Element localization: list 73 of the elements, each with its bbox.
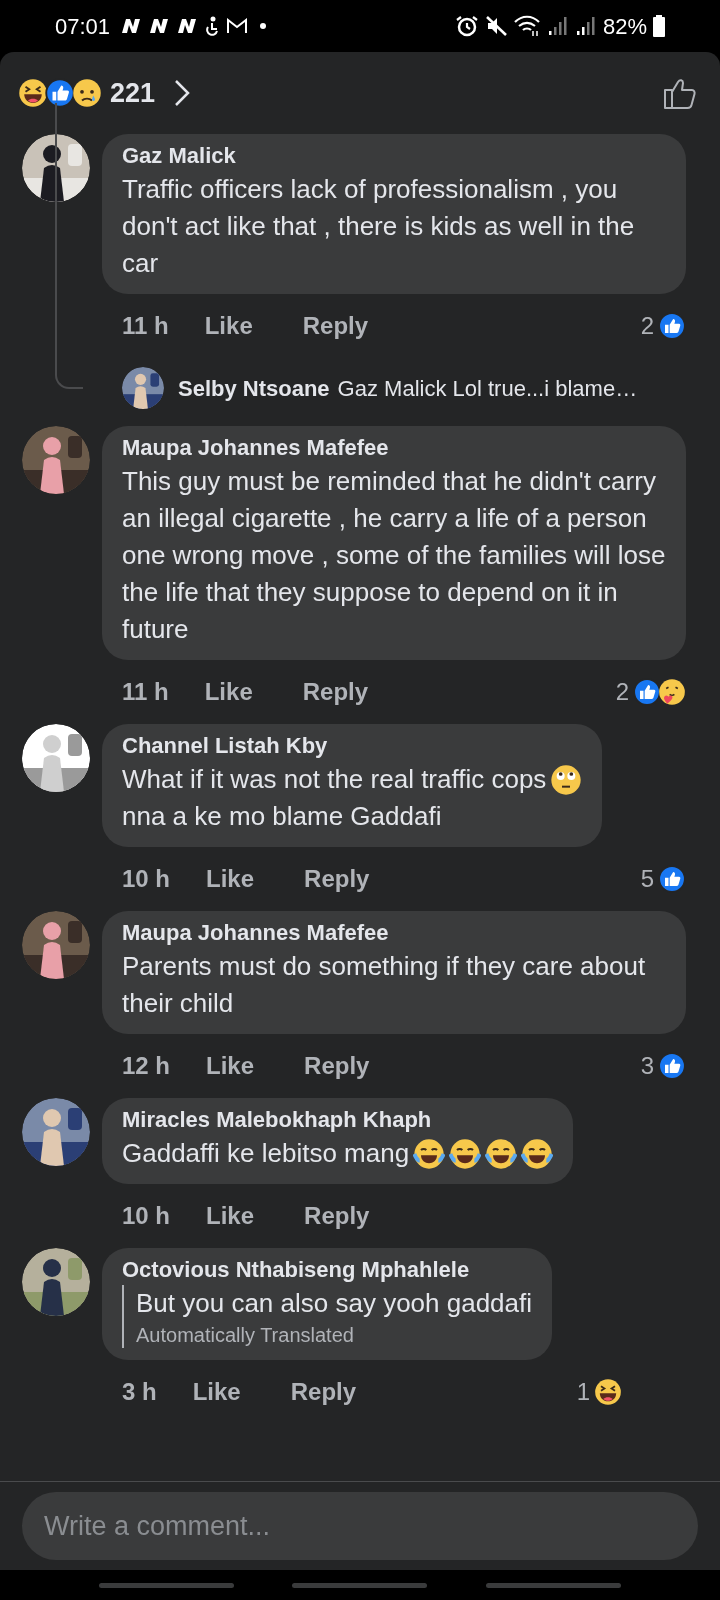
like-link[interactable]: Like bbox=[206, 1048, 255, 1084]
mail-icon bbox=[226, 18, 249, 34]
reaction-count[interactable]: 3 bbox=[640, 1048, 654, 1084]
crying-face-icon bbox=[72, 78, 102, 108]
accessibility-icon bbox=[204, 16, 221, 36]
dot-icon bbox=[260, 23, 267, 29]
comment-author[interactable]: Maupa Johannes Mafefee bbox=[122, 433, 666, 463]
comment-time: 3 h bbox=[122, 1377, 157, 1407]
notification-icon bbox=[148, 18, 171, 34]
tears-of-joy-face-icon bbox=[413, 1137, 446, 1170]
comment-time: 10 h bbox=[122, 1201, 171, 1231]
tears-of-joy-face-icon bbox=[485, 1137, 518, 1170]
comment-time: 11 h bbox=[122, 311, 169, 341]
like-link[interactable]: Like bbox=[206, 1198, 255, 1234]
comment-time: 11 h bbox=[122, 677, 169, 707]
like-icon bbox=[658, 865, 686, 893]
reaction-count[interactable]: 5 bbox=[640, 861, 654, 897]
reaction-count[interactable]: 1 bbox=[576, 1374, 590, 1410]
reply-link[interactable]: Reply bbox=[290, 1374, 357, 1410]
alarm-icon bbox=[454, 15, 479, 37]
reply-link[interactable]: Reply bbox=[302, 674, 369, 710]
reply-link[interactable]: Reply bbox=[304, 861, 370, 897]
reply-author[interactable]: Selby Ntsoane bbox=[178, 371, 330, 405]
navigation-bar-handle[interactable] bbox=[99, 1582, 235, 1588]
comment-text: Traffic officers lack of professionalism , you don't act like that , there is kids as well in the car bbox=[122, 173, 636, 280]
translation-note: Automatically Translated bbox=[136, 1323, 355, 1348]
reply-link[interactable]: Reply bbox=[304, 1048, 370, 1084]
hugging-face-icon bbox=[658, 678, 686, 706]
signal-icon bbox=[574, 16, 597, 36]
like-icon bbox=[45, 78, 75, 108]
battery-percentage: 82% bbox=[602, 12, 647, 41]
laughing-face-icon bbox=[594, 1378, 622, 1406]
comment-author[interactable]: Octovious Nthabiseng Mphahlele bbox=[122, 1255, 533, 1285]
reaction-count[interactable]: 221 bbox=[110, 72, 156, 114]
comment-author[interactable]: Maupa Johannes Mafefee bbox=[122, 918, 666, 948]
reply-link[interactable]: Reply bbox=[302, 308, 369, 344]
like-icon bbox=[658, 1052, 686, 1080]
comment-author[interactable]: Channel Listah Kby bbox=[122, 731, 583, 761]
comment-text: Parents must do something if they care about their child bbox=[122, 950, 647, 1020]
comment-text: nna a ke mo blame Gaddafi bbox=[122, 800, 443, 833]
comment-time: 12 h bbox=[122, 1051, 171, 1081]
signal-icon bbox=[546, 16, 569, 36]
comment-text: But you can also say yooh gaddafi bbox=[136, 1287, 533, 1320]
mute-icon bbox=[484, 16, 507, 36]
comment-input-field[interactable]: Write a comment... bbox=[22, 1492, 698, 1560]
notification-icon bbox=[120, 18, 143, 34]
reply-preview[interactable]: Gaz Malick Lol true...i blame… bbox=[337, 371, 638, 405]
status-time: 07:01 bbox=[55, 12, 111, 41]
eye-roll-face-icon bbox=[550, 763, 583, 796]
like-link[interactable]: Like bbox=[204, 674, 253, 710]
comment-author[interactable]: Gaz Malick bbox=[122, 141, 666, 171]
reply-link[interactable]: Reply bbox=[304, 1198, 370, 1234]
tears-of-joy-face-icon bbox=[449, 1137, 482, 1170]
like-icon bbox=[658, 312, 686, 340]
notification-icon bbox=[176, 18, 199, 34]
wifi-icon bbox=[512, 15, 541, 37]
like-link[interactable]: Like bbox=[192, 1374, 241, 1410]
reaction-count[interactable]: 2 bbox=[640, 308, 654, 344]
like-link[interactable]: Like bbox=[204, 308, 253, 344]
comment-text: What if it was not the real traffic cops bbox=[122, 763, 547, 796]
laughing-face-icon bbox=[18, 78, 48, 108]
comment-text: This guy must be reminded that he didn't carry an illegal cigarette , he carry a life of a person one wrong move , some of the families will lose the life that they suppose to depend on it in future bbox=[122, 465, 666, 646]
like-icon bbox=[633, 678, 661, 706]
reaction-count[interactable]: 2 bbox=[615, 674, 629, 710]
comment-time: 10 h bbox=[122, 864, 171, 894]
navigation-bar-handle[interactable] bbox=[485, 1582, 621, 1588]
comment-text: Gaddaffi ke lebitso mang bbox=[122, 1137, 410, 1170]
chevron-right-icon bbox=[173, 78, 192, 108]
navigation-bar-handle[interactable] bbox=[292, 1582, 428, 1588]
comment-author[interactable]: Miracles Malebokhaph Khaph bbox=[122, 1105, 554, 1135]
battery-icon bbox=[653, 15, 665, 37]
tears-of-joy-face-icon bbox=[521, 1137, 554, 1170]
like-link[interactable]: Like bbox=[206, 861, 255, 897]
